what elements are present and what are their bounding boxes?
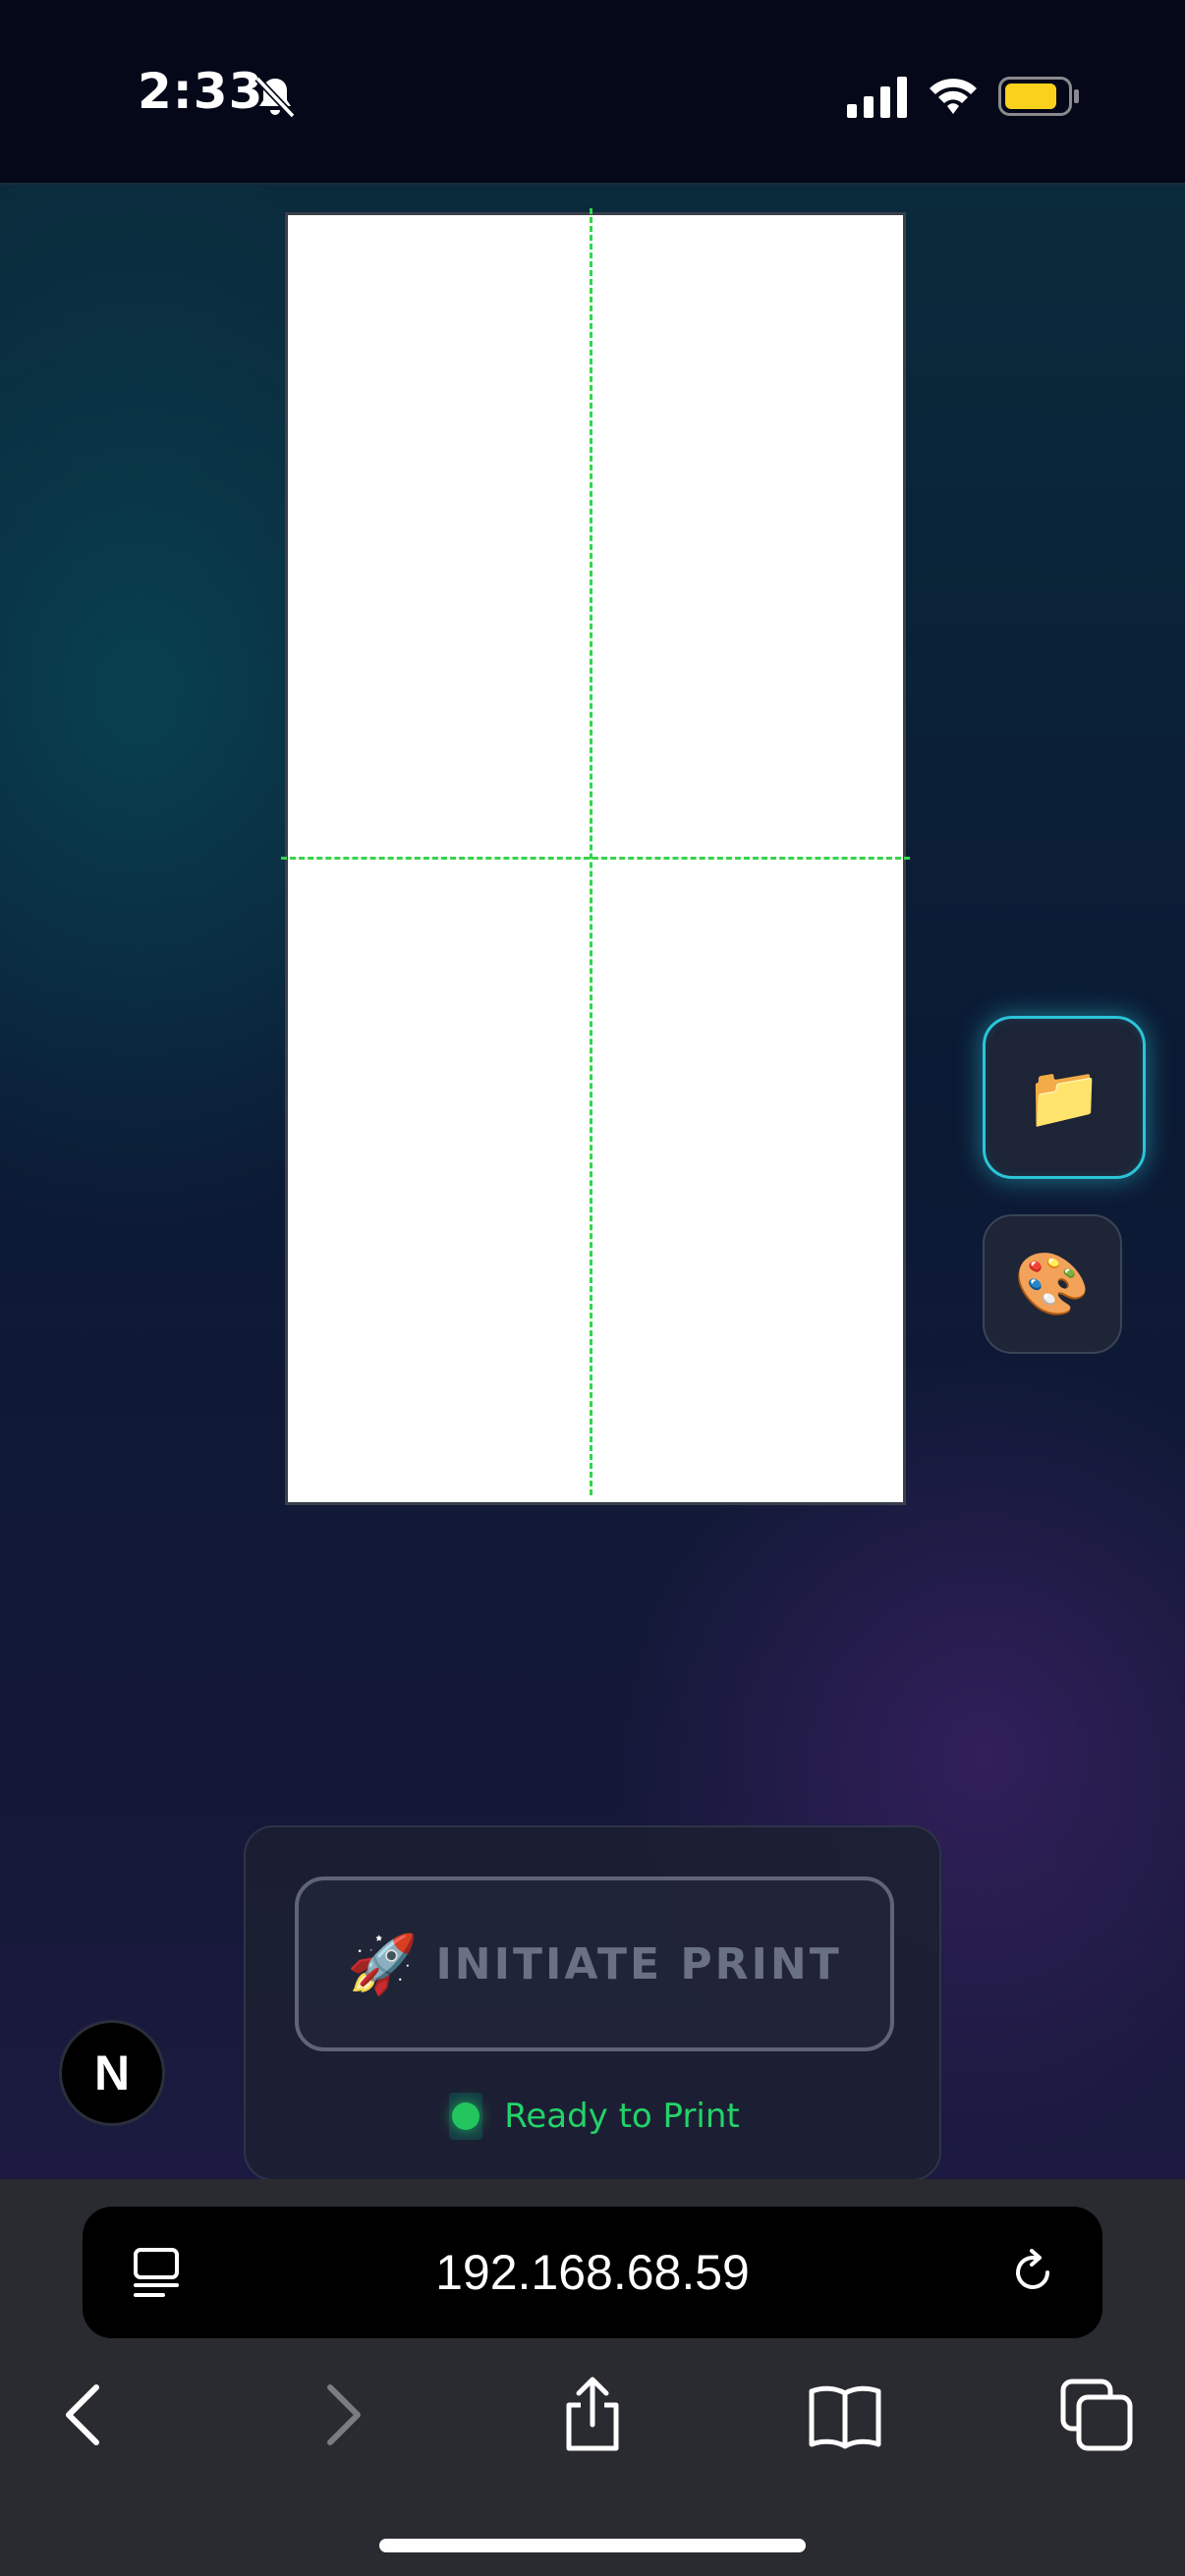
share-icon[interactable] (553, 2376, 632, 2454)
back-icon[interactable] (45, 2376, 124, 2454)
palette-button[interactable]: 🎨 (983, 1214, 1122, 1354)
home-indicator (379, 2539, 806, 2552)
folder-icon: 📁 (1026, 1061, 1102, 1133)
wifi-icon (930, 79, 977, 114)
web-content: 📁 🎨 🚀 INITIATE PRINT Ready to Print N (0, 183, 1185, 2181)
reload-icon[interactable] (1006, 2246, 1059, 2299)
horizontal-center-guide (281, 857, 910, 860)
address-bar[interactable]: 192.168.68.59 (83, 2207, 1102, 2338)
status-dot-icon (452, 2102, 480, 2130)
screen: 2:33 📁 🎨 🚀 INITIATE PRINT Ready to Print… (0, 0, 1185, 2576)
url-text: 192.168.68.59 (435, 2245, 750, 2300)
bell-slash-icon (254, 76, 296, 119)
browser-toolbar: 192.168.68.59 (0, 2179, 1185, 2576)
n-badge[interactable]: N (59, 2020, 165, 2126)
battery-icon (998, 77, 1079, 116)
initiate-print-button[interactable]: 🚀 INITIATE PRINT (295, 1876, 894, 2051)
status-time: 2:33 (138, 63, 264, 120)
status-bar: 2:33 (0, 0, 1185, 183)
tabs-icon[interactable] (1057, 2376, 1136, 2454)
bookmarks-icon[interactable] (806, 2376, 884, 2454)
print-panel: 🚀 INITIATE PRINT Ready to Print (244, 1825, 941, 2181)
vertical-center-guide (590, 208, 592, 1495)
palette-icon: 🎨 (1014, 1248, 1091, 1319)
status-text: Ready to Print (504, 2097, 740, 2136)
rocket-icon: 🚀 (347, 1930, 419, 1997)
forward-icon[interactable] (303, 2376, 381, 2454)
initiate-print-label: INITIATE PRINT (435, 1938, 842, 1989)
cellular-signal-icon (847, 77, 907, 118)
folder-button[interactable]: 📁 (983, 1016, 1146, 1179)
status-indicator (449, 2093, 483, 2140)
print-status: Ready to Print (246, 2087, 943, 2146)
